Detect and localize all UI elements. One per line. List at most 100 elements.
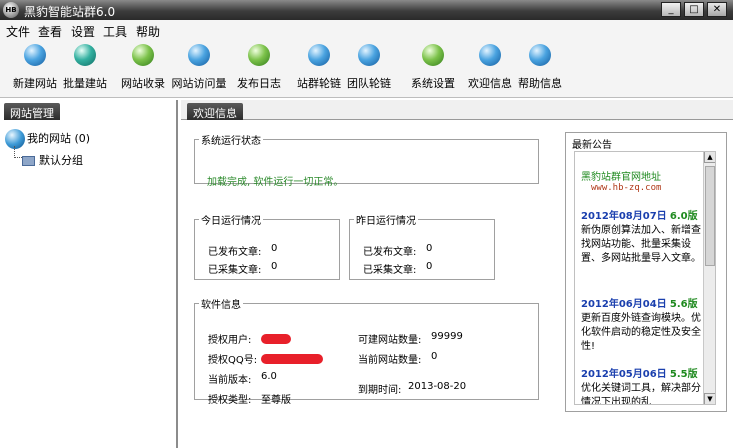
settings-label: 系统设置 (411, 77, 455, 90)
yesterday-title: 昨日运行情况 (356, 216, 416, 227)
site-visits-icon (188, 44, 210, 66)
toolbar: 新建网站 批量建站 网站收录 网站访问量 发布日志 站群轮链 团队轮链 系统设置… (0, 40, 733, 98)
system-status-message: 加载完成, 软件运行一切正常。 (207, 177, 344, 188)
publish-log-label: 发布日志 (237, 77, 281, 90)
announcement-title: 最新公告 (572, 140, 612, 151)
site-chain-icon (308, 44, 330, 66)
team-chain-button[interactable]: 团队轮链 (346, 44, 392, 94)
team-chain-icon (358, 44, 380, 66)
welcome-icon (479, 44, 501, 66)
title-bar: HB 黑豹智能站群6.0 _ □ ✕ (0, 0, 733, 20)
today-collected-value: 0 (271, 261, 278, 272)
max-sites-value: 99999 (431, 331, 463, 342)
publish-log-button[interactable]: 发布日志 (236, 44, 282, 94)
yesterday-stats-group: 昨日运行情况 已发布文章: 0 已采集文章: 0 (349, 212, 495, 280)
announcement-version: 6.0版 (669, 211, 698, 222)
today-published-value: 0 (271, 243, 278, 254)
announcement-version: 5.5版 (669, 369, 698, 380)
team-chain-label: 团队轮链 (347, 77, 391, 90)
announcement-item: 2012年06月04日 5.6版 更新百度外链查询模块。优化软件启动的稳定性及安… (581, 298, 703, 354)
scroll-up-icon[interactable]: ▲ (704, 152, 715, 163)
scroll-down-icon[interactable]: ▼ (704, 393, 715, 404)
menu-view[interactable]: 查看 (38, 23, 62, 40)
today-collected-label: 已采集文章: (208, 265, 262, 276)
announcement-date: 2012年08月07日 (581, 211, 667, 222)
batch-site-button[interactable]: 批量建站 (62, 44, 108, 94)
announcement-item: 2012年08月07日 6.0版 新伪原创算法加入、新增查找网站功能、批量采集设… (581, 210, 703, 266)
software-info-title: 软件信息 (201, 300, 241, 311)
license-type-label: 授权类型: (208, 395, 252, 406)
tree-root-label: 我的网站 (0) (27, 132, 91, 145)
site-manager-panel: 网站管理 我的网站 (0) 默认分组 (0, 100, 178, 448)
yesterday-collected-label: 已采集文章: (363, 265, 417, 276)
publish-log-icon (248, 44, 270, 66)
tree-connector (14, 146, 22, 158)
tree-child-label: 默认分组 (39, 154, 83, 167)
announcement-text: 优化关键词工具，解决部分情况下出现的乱 (581, 383, 701, 405)
menu-tools[interactable]: 工具 (103, 23, 127, 40)
announcement-content[interactable]: 黑豹站群官网地址 www.hb-zq.com 2012年08月07日 6.0版 … (574, 151, 716, 405)
site-chain-label: 站群轮链 (297, 77, 341, 90)
settings-icon (422, 44, 444, 66)
system-status-title: 系统运行状态 (201, 136, 261, 147)
today-published-label: 已发布文章: (208, 247, 262, 258)
tab-site-manager[interactable]: 网站管理 (4, 103, 60, 120)
current-sites-label: 当前网站数量: (358, 355, 422, 366)
redacted-user-mark (261, 334, 291, 344)
app-logo-icon: HB (3, 2, 19, 18)
site-index-button[interactable]: 网站收录 (120, 44, 166, 94)
site-visits-button[interactable]: 网站访问量 (170, 44, 228, 94)
menu-help[interactable]: 帮助 (136, 23, 160, 40)
folder-icon (22, 156, 35, 166)
settings-button[interactable]: 系统设置 (410, 44, 456, 94)
yesterday-published-value: 0 (426, 243, 433, 254)
right-tab-strip (181, 100, 733, 120)
window-title: 黑豹智能站群6.0 (24, 5, 116, 19)
batch-site-icon (74, 44, 96, 66)
welcome-button[interactable]: 欢迎信息 (467, 44, 513, 94)
redacted-qq-mark (261, 354, 323, 364)
license-user-label: 授权用户: (208, 335, 252, 346)
maximize-button[interactable]: □ (684, 2, 704, 17)
site-chain-button[interactable]: 站群轮链 (296, 44, 342, 94)
minimize-button[interactable]: _ (661, 2, 681, 17)
site-index-icon (132, 44, 154, 66)
announcement-version: 5.6版 (669, 299, 698, 310)
site-index-label: 网站收录 (121, 77, 165, 90)
new-site-label: 新建网站 (13, 77, 57, 90)
expire-value: 2013-08-20 (408, 381, 467, 392)
yesterday-collected-value: 0 (426, 261, 433, 272)
announcement-text: 新伪原创算法加入、新增查找网站功能、批量采集设置、多网站批量导入文章。 (581, 225, 701, 264)
menu-bar: 文件 查看 设置 工具 帮助 (0, 20, 733, 40)
official-site-title: 黑豹站群官网地址 (581, 172, 661, 183)
welcome-label: 欢迎信息 (468, 77, 512, 90)
official-site-link[interactable]: www.hb-zq.com (591, 183, 661, 193)
help-label: 帮助信息 (518, 77, 562, 90)
tree-item-default-group[interactable]: 默认分组 (22, 152, 83, 168)
close-button[interactable]: ✕ (707, 2, 727, 17)
announcement-item: 2012年05月06日 5.5版 优化关键词工具，解决部分情况下出现的乱 (581, 368, 703, 405)
license-qq-label: 授权QQ号: (208, 355, 258, 366)
today-title: 今日运行情况 (201, 216, 261, 227)
yesterday-published-label: 已发布文章: (363, 247, 417, 258)
max-sites-label: 可建网站数量: (358, 335, 422, 346)
license-type-value: 至尊版 (261, 395, 291, 406)
announcement-box: 最新公告 黑豹站群官网地址 www.hb-zq.com 2012年08月07日 … (565, 132, 727, 412)
tab-welcome[interactable]: 欢迎信息 (187, 103, 243, 120)
version-value: 6.0 (261, 371, 277, 382)
menu-file[interactable]: 文件 (6, 23, 30, 40)
scroll-thumb[interactable] (705, 166, 715, 266)
site-visits-label: 网站访问量 (171, 77, 227, 90)
help-icon (529, 44, 551, 66)
current-sites-value: 0 (431, 351, 438, 362)
batch-site-label: 批量建站 (63, 77, 107, 90)
announcement-scrollbar[interactable]: ▲ ▼ (703, 152, 715, 404)
help-button[interactable]: 帮助信息 (517, 44, 563, 94)
new-site-button[interactable]: 新建网站 (12, 44, 58, 94)
announcement-text: 更新百度外链查询模块。优化软件启动的稳定性及安全性! (581, 313, 701, 352)
today-stats-group: 今日运行情况 已发布文章: 0 已采集文章: 0 (194, 212, 340, 280)
software-info-group: 软件信息 授权用户: 授权QQ号: 当前版本: 6.0 授权类型: 至尊版 可建… (194, 296, 539, 406)
menu-settings[interactable]: 设置 (71, 23, 95, 40)
new-site-icon (24, 44, 46, 66)
version-label: 当前版本: (208, 375, 252, 386)
